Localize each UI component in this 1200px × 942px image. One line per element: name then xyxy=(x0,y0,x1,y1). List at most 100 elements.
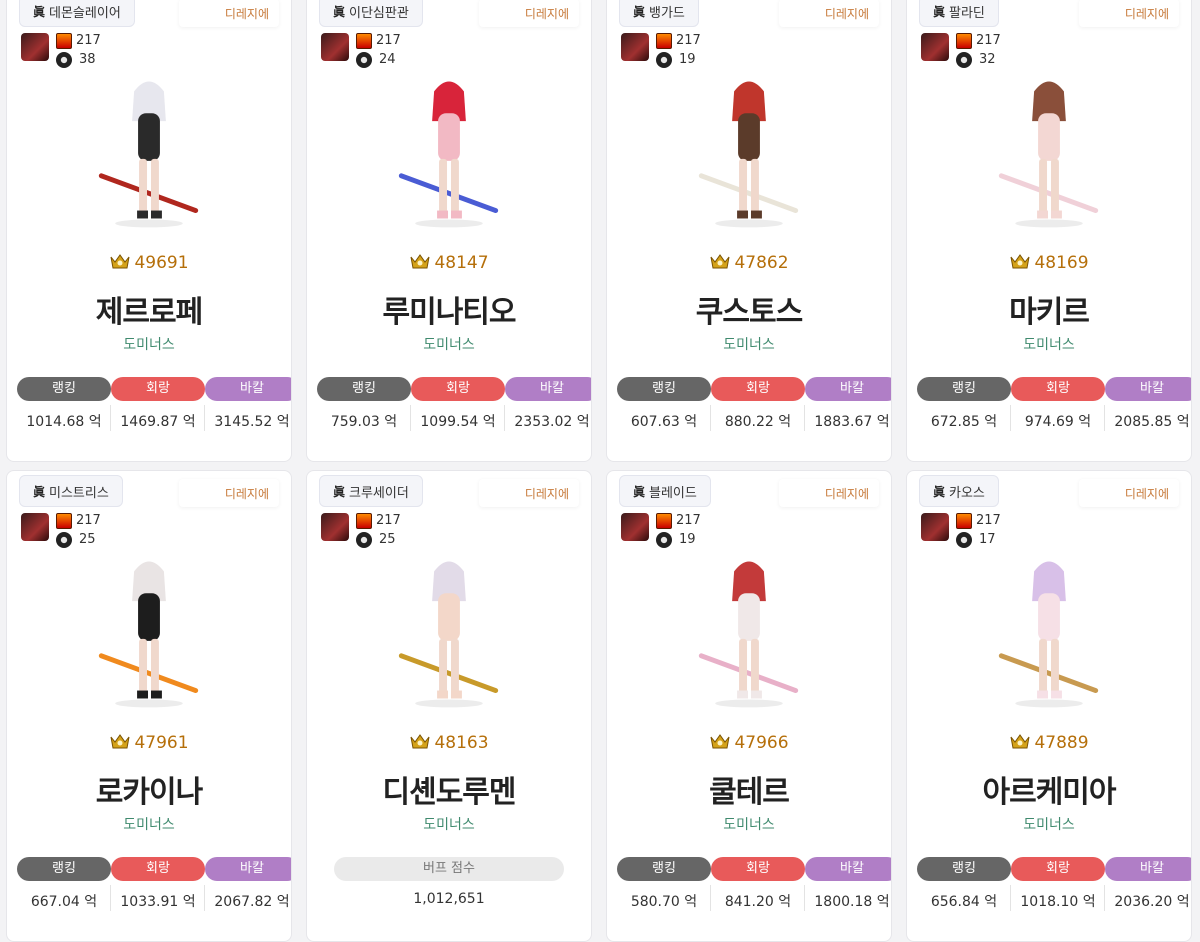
server-badge: 디레지에 xyxy=(779,0,879,27)
guild-name[interactable]: 도미너스 xyxy=(307,334,591,354)
server-badge: 디레지에 xyxy=(179,479,279,507)
character-level: 217 xyxy=(76,33,101,48)
bakal-value: 1883.67 억 xyxy=(814,414,890,430)
fame-value: 47889 xyxy=(1034,733,1089,753)
corridor-label: 회랑 xyxy=(1011,377,1105,401)
ranking-value: 672.85 억 xyxy=(930,414,998,430)
stat-divider xyxy=(710,405,711,431)
job-name: 크루세이더 xyxy=(349,485,409,501)
character-card[interactable]: 眞 이단심판관 디레지에 217 24 48147 루미나티오 도미너스 랭킹 75… xyxy=(306,0,592,462)
server-name: 디레지에 xyxy=(524,486,569,501)
guild-name[interactable]: 도미너스 xyxy=(7,334,291,354)
fame-score: 48163 xyxy=(307,733,591,753)
character-sprite xyxy=(998,561,1099,708)
fame-value: 48147 xyxy=(434,253,489,273)
character-level: 217 xyxy=(376,33,401,48)
job-prefix: 眞 xyxy=(633,4,646,19)
stat-bakal: 바칼 3145.52 억 xyxy=(205,377,291,431)
character-card[interactable]: 眞 미스트리스 디레지에 217 25 47961 로카이나 도미너스 랭킹 667… xyxy=(6,470,292,942)
guild-name[interactable]: 도미너스 xyxy=(607,814,891,834)
character-name[interactable]: 제르로페 xyxy=(7,287,291,331)
bakal-label: 바칼 xyxy=(1105,377,1191,401)
fame-score: 47889 xyxy=(907,733,1191,753)
corridor-value: 974.69 억 xyxy=(1024,414,1092,430)
corridor-value: 1469.87 억 xyxy=(120,414,196,430)
ranking-label: 랭킹 xyxy=(617,377,711,401)
bakal-value: 2067.82 억 xyxy=(214,894,290,910)
ranking-label: 랭킹 xyxy=(317,377,411,401)
fame-score: 48169 xyxy=(907,253,1191,273)
job-prefix: 眞 xyxy=(633,484,646,499)
character-level: 217 xyxy=(676,513,701,528)
ranking-value: 759.03 억 xyxy=(330,414,398,430)
job-badge: 眞 미스트리스 xyxy=(19,475,123,507)
job-prefix: 眞 xyxy=(933,4,946,19)
bakal-label: 바칼 xyxy=(205,857,291,881)
character-level: 217 xyxy=(976,513,1001,528)
character-name[interactable]: 루미나티오 xyxy=(307,287,591,331)
guild-name[interactable]: 도미너스 xyxy=(607,334,891,354)
character-name[interactable]: 마키르 xyxy=(907,287,1191,331)
character-card[interactable]: 眞 블레이드 디레지에 217 19 47966 쿨테르 도미너스 랭킹 580.7… xyxy=(606,470,892,942)
server-badge: 디레지에 xyxy=(479,479,579,507)
guild-name[interactable]: 도미너스 xyxy=(7,814,291,834)
buff-score-label: 버프 점수 xyxy=(334,857,564,881)
stat-ranking: 랭킹 759.03 억 xyxy=(317,377,411,431)
character-card[interactable]: 眞 카오스 디레지에 217 17 47889 아르케미아 도미너스 랭킹 656.… xyxy=(906,470,1192,942)
character-sprite xyxy=(398,81,499,228)
stat-corridor: 회랑 1033.91 억 xyxy=(111,857,205,911)
bakal-label: 바칼 xyxy=(805,857,891,881)
character-name[interactable]: 쿠스토스 xyxy=(607,287,891,331)
stat-divider xyxy=(804,885,805,911)
character-name[interactable]: 아르케미아 xyxy=(907,767,1191,811)
stat-bakal: 바칼 2085.85 억 xyxy=(1105,377,1191,431)
character-name[interactable]: 쿨테르 xyxy=(607,767,891,811)
server-badge: 디레지에 xyxy=(779,479,879,507)
guild-name[interactable]: 도미너스 xyxy=(907,334,1191,354)
emblem-icon xyxy=(356,513,372,529)
crown-fame-icon xyxy=(110,734,130,749)
character-card[interactable]: 眞 크루세이더 디레지에 217 25 48163 디셴도루멘 도미너스 버프 점… xyxy=(306,470,592,942)
ranking-label: 랭킹 xyxy=(17,857,111,881)
corridor-value: 880.22 억 xyxy=(724,414,792,430)
corridor-label: 회랑 xyxy=(111,857,205,881)
stat-divider xyxy=(710,885,711,911)
stat-divider xyxy=(204,885,205,911)
character-portrait-icon xyxy=(21,513,49,541)
server-badge: 디레지에 xyxy=(1079,479,1179,507)
character-name[interactable]: 디셴도루멘 xyxy=(307,767,591,811)
stat-ranking: 랭킹 1014.68 억 xyxy=(17,377,111,431)
character-card[interactable]: 眞 데몬슬레이어 디레지에 217 38 49691 제르로페 도미너스 랭킹 10… xyxy=(6,0,292,462)
stat-ranking: 랭킹 656.84 억 xyxy=(917,857,1011,911)
character-sprite xyxy=(398,561,499,708)
character-level: 217 xyxy=(976,33,1001,48)
character-level: 217 xyxy=(376,513,401,528)
emblem-icon xyxy=(56,513,72,529)
guild-name[interactable]: 도미너스 xyxy=(907,814,1191,834)
bakal-label: 바칼 xyxy=(505,377,591,401)
stat-bakal: 바칼 2036.20 억 xyxy=(1105,857,1191,911)
character-card[interactable]: 眞 팔라딘 디레지에 217 32 48169 마키르 도미너스 랭킹 672.85… xyxy=(906,0,1192,462)
job-badge: 眞 이단심판관 xyxy=(319,0,423,27)
server-name: 디레지에 xyxy=(224,486,269,501)
character-name[interactable]: 로카이나 xyxy=(7,767,291,811)
crown-fame-icon xyxy=(710,254,730,269)
server-name: 디레지에 xyxy=(1124,6,1169,21)
stat-divider xyxy=(1104,885,1105,911)
bakal-value: 2353.02 억 xyxy=(514,414,590,430)
stat-ranking: 랭킹 580.70 억 xyxy=(617,857,711,911)
bakal-value: 2085.85 억 xyxy=(1114,414,1190,430)
character-portrait-icon xyxy=(321,33,349,61)
score-stats: 랭킹 580.70 억 회랑 841.20 억 바칼 1800.18 억 xyxy=(607,857,891,911)
guild-name[interactable]: 도미너스 xyxy=(307,814,591,834)
stat-corridor: 회랑 1018.10 억 xyxy=(1011,857,1105,911)
character-sprite xyxy=(998,81,1099,228)
character-level: 217 xyxy=(76,513,101,528)
corridor-value: 841.20 억 xyxy=(724,894,792,910)
job-badge: 眞 데몬슬레이어 xyxy=(19,0,135,27)
stat-corridor: 회랑 841.20 억 xyxy=(711,857,805,911)
character-card[interactable]: 眞 뱅가드 디레지에 217 19 47862 쿠스토스 도미너스 랭킹 607.6… xyxy=(606,0,892,462)
character-sprite xyxy=(698,561,799,708)
score-stats: 랭킹 607.63 억 회랑 880.22 억 바칼 1883.67 억 xyxy=(607,377,891,431)
character-sprite xyxy=(98,561,199,708)
